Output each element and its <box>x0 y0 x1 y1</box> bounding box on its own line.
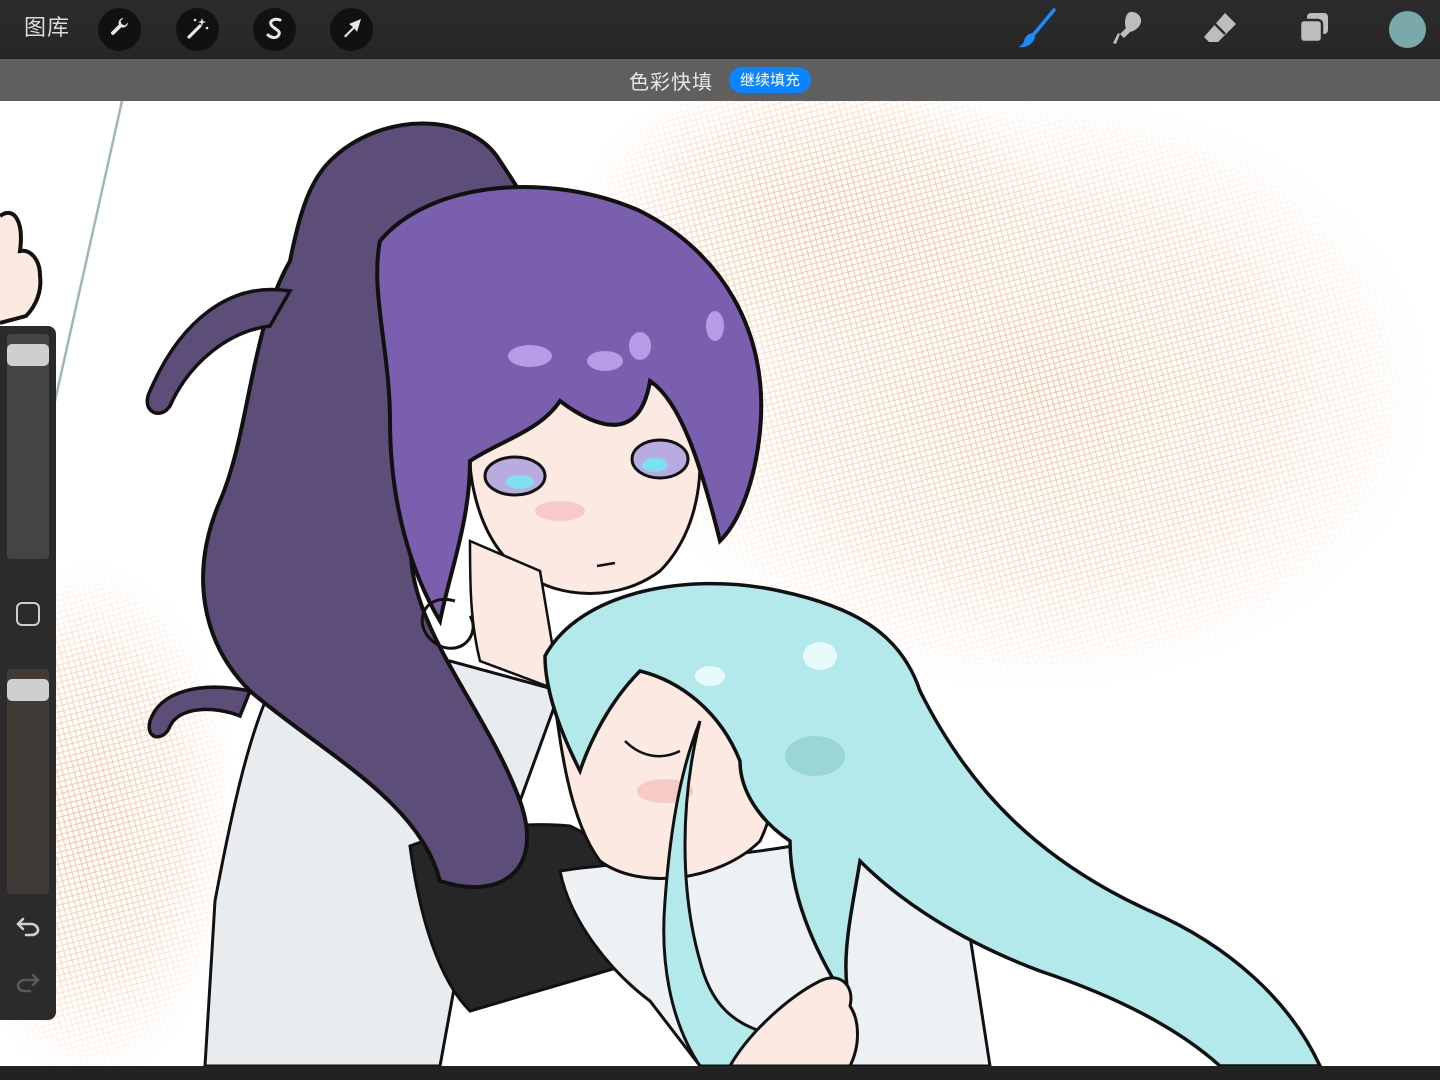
layers-tool[interactable] <box>1291 8 1337 52</box>
brush-tool[interactable] <box>1013 8 1059 52</box>
undo-button[interactable] <box>13 915 43 943</box>
transform-button[interactable] <box>330 8 373 51</box>
redo-button[interactable] <box>13 971 43 999</box>
left-sidebar <box>0 326 56 1020</box>
procreate-app: 图库 色彩快填 继续填充 <box>0 0 1440 1080</box>
bottom-edge-bar <box>0 1066 1440 1080</box>
brush-size-thumb[interactable] <box>7 344 49 366</box>
teal-hair-highlight <box>695 666 725 686</box>
eraser-icon <box>1200 8 1240 52</box>
brush-icon <box>1014 6 1058 54</box>
banner-title: 色彩快填 <box>628 69 713 94</box>
brush-opacity-slider[interactable] <box>7 669 49 894</box>
teal-hair-shade <box>785 736 845 776</box>
actions-button[interactable] <box>98 8 141 51</box>
hair-highlight <box>508 345 552 367</box>
continue-filling-button[interactable]: 继续填充 <box>728 67 811 93</box>
arrow-cursor-icon <box>340 16 364 44</box>
color-drop-banner: 色彩快填 继续填充 <box>0 59 1440 101</box>
modifier-square-icon[interactable] <box>16 602 40 626</box>
left-eye-highlight <box>506 475 534 489</box>
artwork <box>0 101 1440 1066</box>
adjustments-button[interactable] <box>176 8 219 51</box>
hair-highlight <box>587 351 623 371</box>
brush-opacity-thumb[interactable] <box>7 679 49 701</box>
eraser-tool[interactable] <box>1197 8 1243 52</box>
right-eye-highlight <box>642 458 668 472</box>
undo-icon <box>15 916 41 942</box>
smudge-icon <box>1108 8 1148 52</box>
top-toolbar: 图库 <box>0 0 1440 59</box>
selection-button[interactable] <box>253 8 296 51</box>
blush <box>535 501 585 521</box>
magic-wand-icon <box>185 15 211 45</box>
teal-hair-highlight <box>803 642 837 670</box>
drawing-canvas[interactable] <box>0 101 1440 1066</box>
selection-s-icon <box>262 15 288 45</box>
layers-icon <box>1296 10 1332 50</box>
wrench-icon <box>108 16 132 44</box>
hair-highlight <box>706 311 724 341</box>
gallery-button[interactable]: 图库 <box>24 14 70 44</box>
smudge-tool[interactable] <box>1105 8 1151 52</box>
brush-size-slider[interactable] <box>7 334 49 559</box>
hair-highlight <box>629 332 651 360</box>
redo-icon <box>15 972 41 998</box>
color-picker-swatch[interactable] <box>1389 11 1426 48</box>
